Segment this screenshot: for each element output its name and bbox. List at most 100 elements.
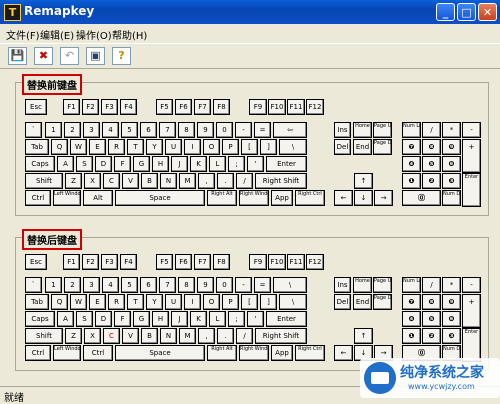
key-26[interactable]: ⇦ (273, 122, 307, 138)
key-5[interactable]: F5 (156, 99, 173, 115)
menu-file[interactable]: 文件(F) (6, 27, 40, 42)
key-82[interactable]: Right Shift (255, 173, 307, 189)
key-26[interactable]: \ (273, 277, 307, 293)
key-52[interactable]: ❽ (422, 139, 441, 155)
key-92[interactable]: Right Alt (207, 345, 237, 361)
key-64[interactable]: L (209, 156, 226, 172)
key-71[interactable]: Shift (25, 328, 63, 344)
key-85[interactable]: ❷ (422, 173, 441, 189)
key-9[interactable]: F9 (249, 254, 267, 270)
key-95[interactable]: Right Ctrl (295, 345, 325, 361)
key-45[interactable]: [ (241, 139, 258, 155)
key-23[interactable]: 0 (216, 277, 233, 293)
key-43[interactable]: O (203, 139, 220, 155)
key-77[interactable]: N (160, 328, 177, 344)
key-72[interactable]: Z (65, 173, 82, 189)
key-44[interactable]: P (222, 139, 239, 155)
key-37[interactable]: E (89, 294, 106, 310)
key-2[interactable]: F2 (82, 254, 99, 270)
key-90[interactable]: Alt (83, 190, 113, 206)
key-95[interactable]: Right Ctrl (295, 190, 325, 206)
key-75[interactable]: V (122, 328, 139, 344)
key-35[interactable]: Q (51, 139, 68, 155)
key-83[interactable]: ↑ (354, 328, 373, 344)
save-icon[interactable]: 💾 (8, 47, 27, 65)
key-92[interactable]: Right Alt (207, 190, 237, 206)
key-68[interactable]: ❹ (402, 311, 421, 327)
key-78[interactable]: M (179, 173, 196, 189)
key-76[interactable]: B (141, 173, 158, 189)
key-97[interactable]: ↓ (354, 190, 373, 206)
key-1[interactable]: F1 (63, 254, 80, 270)
key-31[interactable]: / (422, 277, 441, 293)
key-8[interactable]: F8 (213, 254, 230, 270)
key-18[interactable]: 5 (121, 122, 138, 138)
key-3[interactable]: F3 (101, 99, 118, 115)
key-31[interactable]: / (422, 122, 441, 138)
key-60[interactable]: G (133, 311, 150, 327)
key-27[interactable]: Ins (334, 122, 351, 138)
key-73[interactable]: X (84, 173, 101, 189)
key-38[interactable]: R (108, 139, 125, 155)
key-42[interactable]: I (184, 294, 201, 310)
key-1[interactable]: F1 (63, 99, 80, 115)
key-91[interactable]: Space (115, 345, 205, 361)
key-94[interactable]: App (271, 345, 293, 361)
key-6[interactable]: F6 (175, 254, 192, 270)
key-66[interactable]: ' (247, 156, 264, 172)
key-69[interactable]: ❺ (422, 156, 441, 172)
key-16[interactable]: 3 (83, 277, 100, 293)
key-87[interactable]: Enter (462, 328, 481, 362)
key-27[interactable]: Ins (334, 277, 351, 293)
key-68[interactable]: ❹ (402, 156, 421, 172)
key-96[interactable]: ← (334, 190, 353, 206)
key-84[interactable]: ❶ (402, 173, 421, 189)
reset-icon[interactable]: ↶ (60, 47, 79, 65)
delete-icon[interactable]: ✖ (34, 47, 53, 65)
key-24[interactable]: - (235, 277, 252, 293)
key-13[interactable]: ` (25, 277, 42, 293)
key-30[interactable]: Num Lock (402, 122, 421, 138)
key-47[interactable]: \ (279, 139, 307, 155)
key-28[interactable]: Home (353, 277, 372, 293)
key-48[interactable]: Del (334, 294, 351, 310)
key-93[interactable]: Right Windows (239, 190, 269, 206)
help-icon[interactable]: ? (112, 47, 131, 65)
key-54[interactable]: + (462, 139, 481, 173)
key-85[interactable]: ❷ (422, 328, 441, 344)
key-59[interactable]: F (114, 156, 131, 172)
key-22[interactable]: 9 (197, 277, 214, 293)
key-60[interactable]: G (133, 156, 150, 172)
key-91[interactable]: Space (115, 190, 205, 206)
key-96[interactable]: ← (334, 345, 353, 361)
key-70[interactable]: ❻ (442, 311, 461, 327)
key-0[interactable]: Esc (25, 99, 47, 115)
key-57[interactable]: S (76, 311, 93, 327)
key-56[interactable]: A (57, 156, 74, 172)
key-32[interactable]: * (442, 122, 461, 138)
key-28[interactable]: Home (353, 122, 372, 138)
key-11[interactable]: F11 (287, 254, 305, 270)
key-9[interactable]: F9 (249, 99, 267, 115)
key-98[interactable]: → (374, 190, 393, 206)
key-2[interactable]: F2 (82, 99, 99, 115)
key-52[interactable]: ❽ (422, 294, 441, 310)
view-icon[interactable]: ▣ (86, 47, 105, 65)
minimize-button[interactable]: _ (436, 3, 455, 21)
key-65[interactable]: ; (228, 156, 245, 172)
key-76[interactable]: B (141, 328, 158, 344)
key-67[interactable]: Enter (266, 311, 307, 327)
key-8[interactable]: F8 (213, 99, 230, 115)
key-61[interactable]: H (152, 156, 169, 172)
key-29[interactable]: Page Up (373, 277, 392, 293)
key-51[interactable]: ❼ (402, 294, 421, 310)
key-30[interactable]: Num Lock (402, 277, 421, 293)
menu-help[interactable]: 帮助(H) (112, 27, 147, 42)
key-79[interactable]: , (198, 328, 215, 344)
key-36[interactable]: W (70, 139, 87, 155)
key-66[interactable]: ' (247, 311, 264, 327)
key-62[interactable]: J (171, 156, 188, 172)
key-62[interactable]: J (171, 311, 188, 327)
key-36[interactable]: W (70, 294, 87, 310)
key-81[interactable]: / (236, 328, 253, 344)
